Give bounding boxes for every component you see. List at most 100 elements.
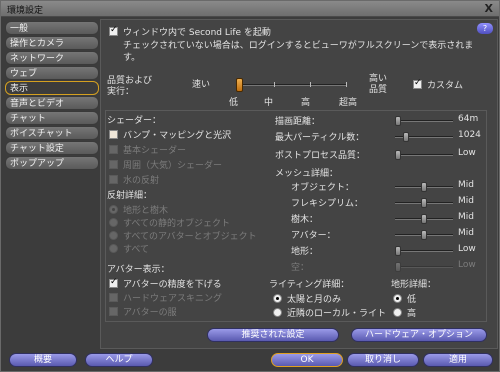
max-particles-slider-handle[interactable] [403, 132, 409, 142]
reflection-radio-3 [109, 244, 118, 253]
quality-tick-high: 高 [301, 98, 311, 108]
preferences-window: 環境設定 X 一般 操作とカメラ ネットワーク ウェブ 表示 音声とビデオ チャット ボイスチ… [0, 0, 500, 372]
draw-distance-slider[interactable] [395, 116, 453, 126]
mesh-slider-handle-1[interactable] [421, 198, 427, 208]
cancel-button[interactable]: 取り消し [347, 353, 419, 367]
about-button[interactable]: 概要 [9, 353, 77, 367]
mesh-value-2: Mid [458, 212, 474, 222]
shaders-title: シェーダー： [107, 116, 162, 126]
avatar-label-0: アバターの精度を下げる [123, 280, 222, 290]
mesh-slider-0[interactable] [395, 182, 453, 192]
lighting-radio-0[interactable] [273, 294, 282, 303]
reflection-label-0: 地形と樹木 [123, 206, 169, 216]
shader-checkbox-2 [109, 160, 118, 169]
reflections-title: 反射詳細： [107, 191, 153, 201]
terrain-label-0: 低 [407, 295, 417, 305]
mesh-label-2: 樹木： [291, 215, 319, 225]
avatar-checkbox-2 [109, 307, 118, 316]
shader-label-2: 周囲（大気）シェーダー [123, 161, 223, 171]
quality-tick-low: 低 [229, 98, 239, 108]
post-process-slider[interactable] [395, 150, 453, 160]
max-particles-slider[interactable] [395, 132, 453, 142]
quality-slider-handle[interactable] [236, 78, 243, 92]
display-panel: ウィンドウ内で Second Life を起動 ? チェックされていない場合は、… [100, 19, 498, 349]
terrain-radio-0[interactable] [393, 294, 402, 303]
tab-7[interactable]: ボイスチャット [5, 126, 99, 140]
tab-0[interactable]: 一般 [5, 21, 99, 35]
avatar-checkbox-1 [109, 293, 118, 302]
recommended-settings-button[interactable]: 推奨された設定 [207, 328, 339, 342]
draw-distance-value: 64m [458, 114, 479, 124]
custom-checkbox[interactable] [413, 78, 422, 89]
tab-4[interactable]: 表示 [5, 81, 99, 95]
window-title: 環境設定 [7, 6, 44, 16]
shader-label-3: 水の反射 [123, 176, 160, 186]
close-icon[interactable]: X [485, 2, 493, 15]
lighting-title: ライティング詳細： [269, 280, 350, 290]
mesh-slider-handle-2[interactable] [421, 214, 427, 224]
draw-distance-label: 描画距離： [275, 117, 321, 127]
max-particles-label: 最大パーティクル数： [275, 133, 365, 143]
sidebar: 一般 操作とカメラ ネットワーク ウェブ 表示 音声とビデオ チャット ボイスチャット チャット… [5, 21, 99, 171]
tab-5[interactable]: 音声とビデオ [5, 96, 99, 110]
mesh-label-4: 地形： [291, 247, 319, 257]
shader-checkbox-0[interactable] [109, 130, 118, 139]
reflection-radio-2 [109, 231, 118, 240]
help-button[interactable]: ヘルプ [85, 353, 153, 367]
lighting-label-0: 太陽と月のみ [287, 295, 342, 305]
tab-2[interactable]: ネットワーク [5, 51, 99, 65]
title-bar[interactable]: 環境設定 X [1, 1, 499, 17]
terrain-radio-1[interactable] [393, 308, 402, 317]
mesh-slider-handle-0[interactable] [421, 182, 427, 192]
mesh-label-5: 空： [291, 263, 310, 273]
hardware-options-button[interactable]: ハードウェア・オプション [351, 328, 487, 342]
windowed-note: チェックされていない場合は、ログインするとビューワがフルスクリーンで表示されます… [123, 41, 474, 63]
reflection-label-1: すべての静的オブジェクト [123, 219, 231, 229]
mesh-slider-handle-3[interactable] [421, 230, 427, 240]
mesh-value-4: Low [458, 244, 476, 254]
avatar-checkbox-0[interactable] [109, 277, 118, 288]
mesh-slider-handle-4[interactable] [395, 246, 401, 256]
quality-tick-ultra: 超高 [339, 98, 358, 108]
tab-9[interactable]: ポップアップ [5, 156, 99, 170]
avatar-label-2: アバターの服 [123, 308, 177, 318]
mesh-title: メッシュ詳細： [275, 169, 339, 179]
draw-distance-slider-handle[interactable] [395, 116, 401, 126]
quality-fast-label: 速い [192, 80, 211, 90]
lighting-label-1: 近隣のローカル・ライト [287, 309, 387, 319]
mesh-slider-4[interactable] [395, 246, 453, 256]
help-icon[interactable]: ? [477, 23, 493, 34]
tab-6[interactable]: チャット [5, 111, 99, 125]
terrain-label-1: 高 [407, 309, 417, 319]
quality-slider[interactable] [236, 78, 347, 92]
mesh-slider-3[interactable] [395, 230, 453, 240]
mesh-value-5: Low [458, 260, 476, 270]
mesh-slider-1[interactable] [395, 198, 453, 208]
apply-button[interactable]: 適用 [423, 353, 493, 367]
reflection-label-3: すべて [123, 245, 150, 255]
quality-tick-mid: 中 [264, 98, 274, 108]
mesh-value-1: Mid [458, 196, 474, 206]
shader-label-0: バンプ・マッピングと光沢 [123, 131, 232, 141]
post-process-label: ポストプロセス品質： [275, 151, 366, 161]
mesh-value-3: Mid [458, 228, 474, 238]
reflection-radio-0 [109, 205, 118, 214]
tab-8[interactable]: チャット設定 [5, 141, 99, 155]
post-process-slider-handle[interactable] [395, 150, 401, 160]
ok-button[interactable]: OK [271, 353, 343, 367]
max-particles-value: 1024 [458, 130, 481, 140]
quality-label: 品質および実行： [107, 76, 153, 97]
lighting-radio-1[interactable] [273, 308, 282, 317]
mesh-value-0: Mid [458, 180, 474, 190]
mesh-label-0: オブジェクト： [291, 183, 355, 193]
avatar-title: アバター表示： [107, 265, 170, 275]
mesh-slider-handle-5 [395, 262, 401, 272]
tab-1[interactable]: 操作とカメラ [5, 36, 99, 50]
tab-3[interactable]: ウェブ [5, 66, 99, 80]
reflection-radio-1 [109, 218, 118, 227]
windowed-checkbox[interactable] [109, 25, 118, 36]
mesh-label-3: アバター： [291, 231, 336, 241]
windowed-label: ウィンドウ内で Second Life を起動 [123, 28, 271, 38]
mesh-slider-2[interactable] [395, 214, 453, 224]
shader-checkbox-3 [109, 175, 118, 184]
